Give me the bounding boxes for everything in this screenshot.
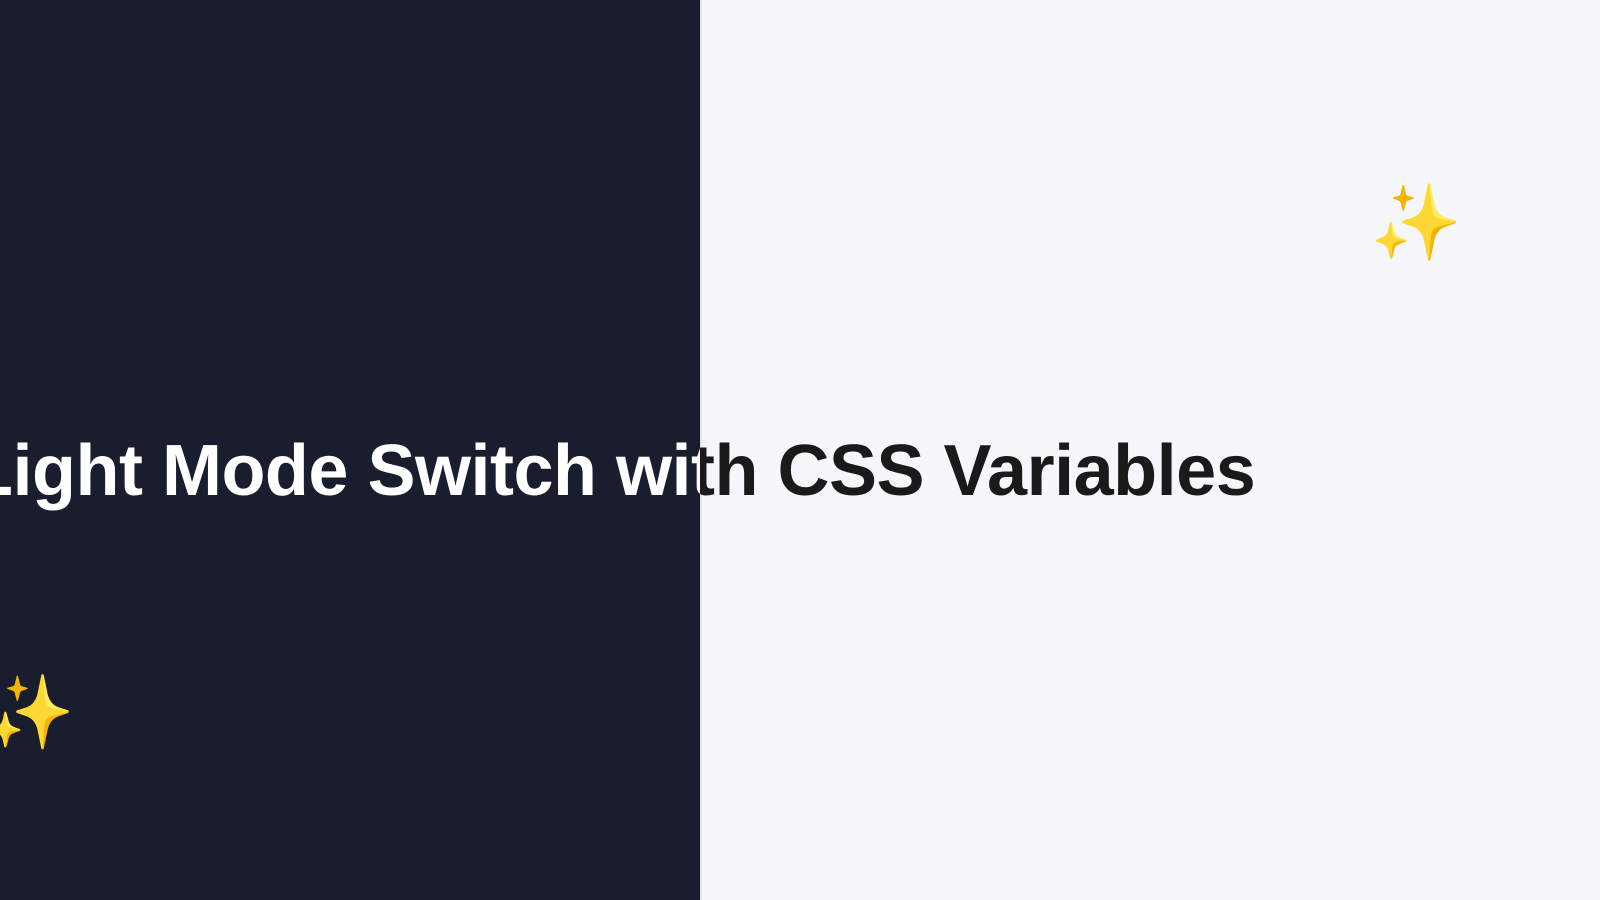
sparkle-icon: ✨ [0, 670, 75, 755]
sparkle-icon: ✨ [1370, 180, 1462, 267]
